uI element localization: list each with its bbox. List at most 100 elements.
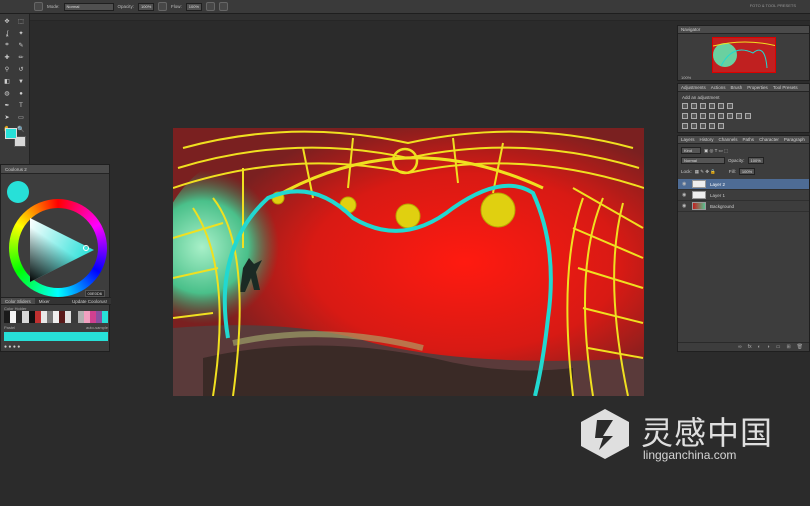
ring-center (18, 208, 98, 288)
adjustment-icons-row-1[interactable] (682, 103, 733, 109)
adjustments-panel: Adjustments Actions Brush Properties Too… (677, 83, 810, 133)
color-palette[interactable] (4, 311, 109, 323)
flow-field[interactable]: 100% (185, 2, 202, 11)
fill-icon[interactable]: ▼ (16, 77, 26, 86)
visibility-eye-icon[interactable]: ◉ (682, 181, 688, 187)
layer-row[interactable]: ◉ Background (678, 201, 809, 212)
artwork (173, 128, 644, 396)
tab-actions[interactable]: Actions (711, 85, 726, 90)
adjustment-icons-row-2[interactable] (682, 113, 751, 119)
navigator-zoom[interactable]: 100% (681, 75, 691, 80)
filter-icons[interactable]: ▣ ◎ T ▭ ⬚ (704, 148, 728, 154)
airbrush-icon[interactable] (205, 2, 215, 11)
tab-history[interactable]: History (700, 137, 714, 142)
opacity-label: Opacity: (117, 4, 135, 9)
tab-paragraph[interactable]: Paragraph (784, 137, 805, 142)
blend-mode-select[interactable]: Normal (681, 157, 725, 164)
layer-name: Layer 2 (710, 181, 726, 187)
visibility-eye-icon[interactable]: ◉ (682, 203, 688, 209)
blur-icon[interactable]: ◍ (2, 89, 12, 98)
opacity-field[interactable]: 100% (138, 2, 155, 11)
shape-icon[interactable]: ▭ (16, 113, 26, 122)
brush-preset-icon[interactable] (34, 2, 43, 11)
type-icon[interactable]: T (16, 101, 26, 110)
stamp-icon[interactable]: ⚲ (2, 65, 12, 74)
lock-icons[interactable]: ▦ ✎ ✥ 🔒 (695, 169, 716, 175)
layer-name: Background (710, 203, 735, 209)
mode-select[interactable]: Normal (63, 2, 114, 11)
move-icon[interactable]: ✥ (2, 17, 12, 26)
tab-layers[interactable]: Layers (681, 137, 695, 142)
lock-label: Lock: (681, 169, 692, 174)
flow-label: Flow: (171, 4, 182, 9)
group-icon[interactable]: ▭ (776, 344, 781, 350)
new-layer-icon[interactable]: ⊞ (786, 344, 790, 350)
hex-field[interactable]: 00E0D6 (84, 290, 105, 297)
trash-icon[interactable]: 🗑 (797, 344, 803, 350)
crop-icon[interactable]: ⌗ (2, 41, 12, 50)
navigator-panel: Navigator 100% (677, 25, 810, 81)
auto-sample-toggle[interactable]: auto-sample (86, 325, 108, 331)
healing-icon[interactable]: ✚ (2, 53, 12, 62)
eraser-icon[interactable]: ◧ (2, 77, 12, 86)
tab-character[interactable]: Character (759, 137, 779, 142)
color-swatches[interactable] (5, 128, 27, 148)
tab-tool-presets[interactable]: Tool Presets (773, 85, 798, 90)
ruler (30, 14, 810, 21)
layer-row[interactable]: ◉ Layer 1 (678, 190, 809, 201)
pen-icon[interactable]: ✒ (2, 101, 12, 110)
lock-row: Lock: ▦ ✎ ✥ 🔒 Fill: 100% (681, 168, 755, 175)
watermark-logo (581, 409, 629, 459)
tab-mixer[interactable]: Mixer (35, 298, 54, 304)
adjustment-icons-row-3[interactable] (682, 123, 724, 129)
swatch-name: Pastel (4, 325, 16, 330)
quick-select-icon[interactable]: ✦ (16, 29, 26, 38)
tab-properties[interactable]: Properties (747, 85, 768, 90)
visibility-eye-icon[interactable]: ◉ (682, 192, 688, 198)
current-color-swatch[interactable] (7, 181, 29, 203)
foreground-color-swatch[interactable] (5, 128, 17, 139)
path-select-icon[interactable]: ➤ (2, 113, 12, 122)
lasso-icon[interactable]: ʆ (2, 29, 12, 38)
fill-label: Fill: (728, 169, 736, 174)
fill-field[interactable]: 100% (738, 168, 755, 175)
adjustment-layer-icon[interactable]: ◑ (767, 344, 770, 350)
palette-swatch[interactable] (102, 311, 109, 323)
layer-row[interactable]: ◉ Layer 2 (678, 179, 809, 190)
tab-paths[interactable]: Paths (743, 137, 755, 142)
fx-icon[interactable]: fx (748, 344, 752, 350)
brush-icon[interactable]: ✏ (16, 53, 26, 62)
pressure-size-icon[interactable] (218, 2, 228, 11)
pressure-opacity-icon[interactable] (158, 2, 168, 11)
color-wheel-area: 00E0D6 (5, 179, 107, 297)
kind-filter[interactable]: Kind (681, 147, 701, 154)
coolorus-tabs: Color Sliders Mixer Update Coolorus! (1, 297, 111, 305)
dodge-icon[interactable]: ● (16, 89, 26, 98)
document-canvas[interactable] (173, 128, 644, 396)
coolorus-title: Coolorus 2 (1, 165, 109, 174)
hue-ring[interactable] (9, 199, 107, 297)
active-color-strip[interactable] (4, 332, 108, 341)
layer-opacity-field[interactable]: 100% (747, 157, 764, 164)
page-dots-icon[interactable]: ● ● ● ● (4, 344, 20, 350)
layers-tabs: Layers History Channels Paths Character … (678, 136, 809, 144)
layer-thumbnail (692, 191, 706, 199)
layer-list: ◉ Layer 2 ◉ Layer 1 ◉ Background (678, 179, 809, 212)
update-coolorus-link[interactable]: Update Coolorus! (68, 298, 111, 304)
history-brush-icon[interactable]: ↺ (16, 65, 26, 74)
tab-brush[interactable]: Brush (731, 85, 743, 90)
opacity-label: Opacity: (728, 158, 745, 163)
coolorus-panel: Coolorus 2 00E0D6 Color Sliders Mixer Up… (0, 164, 111, 352)
eyedropper-icon[interactable]: ✎ (16, 41, 26, 50)
tab-adjustments[interactable]: Adjustments (681, 85, 706, 90)
link-icon[interactable]: ∞ (738, 344, 742, 350)
layers-footer: ∞ fx ◐ ◑ ▭ ⊞ 🗑 (678, 342, 809, 351)
tab-channels[interactable]: Channels (719, 137, 738, 142)
navigator-thumbnail[interactable] (712, 37, 776, 73)
workspace-switcher[interactable]: FOTO & TOOL PRESETS (750, 3, 796, 8)
mask-icon[interactable]: ◐ (758, 344, 761, 350)
mode-label: Mode: (47, 4, 60, 9)
tab-color-sliders[interactable]: Color Sliders (1, 298, 35, 304)
marquee-icon[interactable]: ⬚ (16, 17, 26, 26)
saturation-triangle[interactable] (18, 208, 98, 288)
